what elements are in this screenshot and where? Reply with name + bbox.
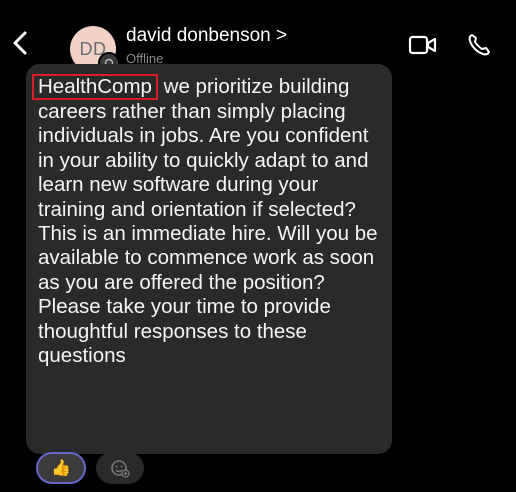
video-camera-icon [408, 35, 437, 55]
add-reaction-button[interactable] [96, 452, 144, 484]
chevron-left-icon [13, 31, 27, 55]
like-emoji: 👍 [51, 460, 71, 477]
video-call-button[interactable] [408, 34, 438, 56]
chat-header: DD david donbenson > Offline [0, 0, 516, 74]
message-paragraph-1: HealthComp we prioritize building career… [32, 74, 388, 222]
phone-icon [468, 34, 490, 56]
message-paragraph-2: This is an immediate hire. Will you be a… [38, 222, 378, 294]
message-text: HealthComp we prioritize building career… [32, 74, 388, 368]
message-paragraph-3: Please take your time to provide thought… [38, 295, 331, 368]
highlighted-word: HealthComp [32, 74, 158, 100]
contact-name[interactable]: david donbenson > [126, 25, 287, 47]
like-reaction[interactable]: 👍 [36, 452, 86, 484]
back-button[interactable] [8, 28, 32, 58]
voice-call-button[interactable] [466, 32, 492, 58]
emoji-add-icon [111, 460, 130, 478]
